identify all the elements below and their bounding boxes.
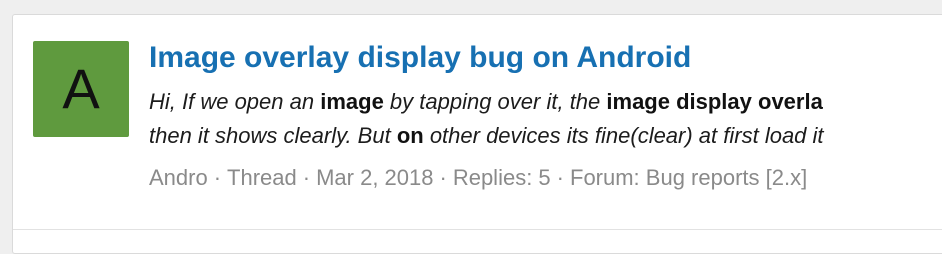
meta-separator: · (213, 165, 222, 190)
author-link[interactable]: Andro (149, 165, 208, 190)
search-result-card: A Image overlay display bug on Android H… (12, 14, 942, 254)
meta-separator: · (439, 165, 447, 190)
avatar-letter: A (62, 57, 100, 120)
thread-title-link[interactable]: Image overlay display bug on Android (149, 39, 942, 77)
meta-separator: · (302, 165, 311, 190)
snippet-text: other devices its fine(clear) at first l… (423, 123, 824, 148)
divider (13, 229, 942, 230)
snippet-text: Hi, If we open an (149, 89, 321, 114)
snippet-text: by tapping over it, the (383, 89, 607, 114)
result-snippet: Hi, If we open an image by tapping over … (149, 85, 942, 153)
snippet-line-2: then it shows clearly. But on other devi… (149, 119, 942, 153)
snippet-text: then it shows clearly. But (149, 123, 397, 148)
snippet-highlight: image display overla (606, 89, 823, 114)
content-type: Thread (227, 165, 297, 190)
reply-count: Replies: 5 (452, 165, 551, 190)
meta-separator: · (556, 165, 564, 190)
avatar[interactable]: A (33, 41, 129, 137)
result-meta: Andro · Thread · Mar 2, 2018 · Replies: 5 · Foru… (149, 163, 942, 193)
snippet-highlight: image (320, 89, 384, 114)
forum-link[interactable]: Forum: Bug reports [2.x] (570, 165, 807, 190)
snippet-highlight: on (396, 123, 424, 148)
post-date: Mar 2, 2018 (316, 165, 434, 190)
result-content: Image overlay display bug on Android Hi,… (149, 39, 942, 193)
snippet-line-1: Hi, If we open an image by tapping over … (149, 85, 942, 119)
